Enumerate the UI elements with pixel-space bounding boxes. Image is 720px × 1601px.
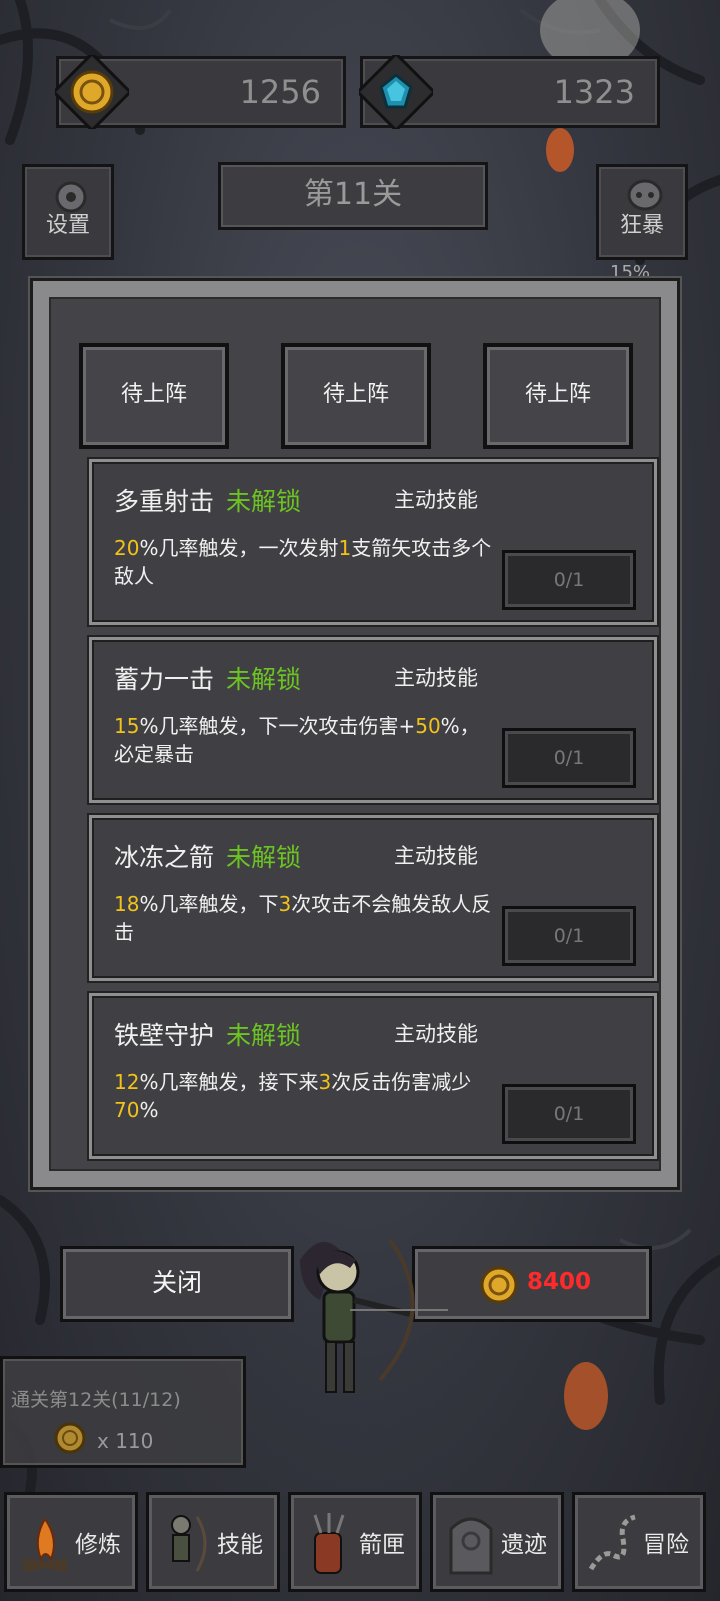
skill-description: 18%几率触发，下3次攻击不会触发敌人反击 bbox=[114, 890, 494, 946]
skill-progress: 0/1 bbox=[502, 1084, 636, 1144]
nav-adventure[interactable]: 冒险 bbox=[572, 1492, 706, 1592]
highlight-value: 12 bbox=[114, 1070, 140, 1094]
rage-label: 狂暴 bbox=[619, 213, 664, 238]
skill-status: 未解锁 bbox=[226, 1021, 302, 1050]
description-text: % bbox=[139, 1098, 159, 1122]
buy-cost: 8400 bbox=[527, 1269, 592, 1295]
skill-card-multishot[interactable]: 多重射击 未解锁 主动技能 20%几率触发，一次发射1支箭矢攻击多个敌人 0/1 bbox=[89, 459, 657, 625]
skill-description: 12%几率触发，接下来3次反击伤害减少 70% bbox=[114, 1068, 494, 1124]
highlight-value: 3 bbox=[318, 1070, 332, 1094]
skill-type: 主动技能 bbox=[394, 488, 478, 512]
nav-label: 技能 bbox=[217, 1532, 263, 1558]
nav-cultivate[interactable]: 修炼 bbox=[4, 1492, 138, 1592]
skill-type: 主动技能 bbox=[394, 1022, 478, 1046]
skill-card-iron-guard[interactable]: 铁壁守护 未解锁 主动技能 12%几率触发，接下来3次反击伤害减少 70% 0/1 bbox=[89, 993, 657, 1159]
ruin-stone-icon bbox=[449, 1517, 493, 1575]
close-button[interactable]: 关闭 bbox=[60, 1246, 294, 1322]
skill-name: 蓄力一击 bbox=[114, 665, 215, 694]
skill-type: 主动技能 bbox=[394, 844, 478, 868]
skill-slot-1[interactable]: 待上阵 bbox=[79, 343, 229, 449]
nav-label: 遗迹 bbox=[501, 1532, 547, 1558]
description-text: %几率触发，下 bbox=[139, 892, 279, 916]
settings-label: 设置 bbox=[45, 213, 90, 238]
archer-character bbox=[290, 1230, 450, 1414]
skill-type: 主动技能 bbox=[394, 666, 478, 690]
gold-coin-icon bbox=[51, 51, 133, 133]
skill-description: 20%几率触发，一次发射1支箭矢攻击多个敌人 bbox=[114, 534, 494, 590]
highlight-value: 15 bbox=[114, 714, 140, 738]
archer-icon bbox=[171, 1515, 207, 1572]
nav-label: 箭匣 bbox=[359, 1532, 405, 1558]
skill-modal-body: 待上阵 待上阵 待上阵 多重射击 未解锁 主动技能 20%几率触发，一次发射1支箭… bbox=[49, 297, 661, 1171]
campfire-icon bbox=[22, 1518, 68, 1572]
skill-status: 未解锁 bbox=[226, 843, 302, 872]
nav-skills[interactable]: 技能 bbox=[146, 1492, 280, 1592]
skill-status: 未解锁 bbox=[226, 487, 302, 516]
close-label: 关闭 bbox=[151, 1268, 202, 1297]
highlight-value: 18 bbox=[114, 892, 140, 916]
nav-quiver[interactable]: 箭匣 bbox=[288, 1492, 422, 1592]
highlight-value: 3 bbox=[278, 892, 292, 916]
skill-name: 多重射击 bbox=[114, 487, 215, 516]
skill-card-frost-arrow[interactable]: 冰冻之箭 未解锁 主动技能 18%几率触发，下3次攻击不会触发敌人反击 0/1 bbox=[89, 815, 657, 981]
skill-progress: 0/1 bbox=[502, 728, 636, 788]
gem-icon bbox=[355, 51, 437, 133]
nav-label: 冒险 bbox=[643, 1532, 689, 1558]
quest-reward: x 110 bbox=[97, 1429, 154, 1453]
quiver-icon bbox=[313, 1513, 345, 1574]
level-title: 第11关 bbox=[218, 162, 488, 230]
highlight-value: 1 bbox=[338, 536, 352, 560]
gem-amount: 1323 bbox=[553, 73, 635, 111]
description-text: %几率触发，下一次攻击伤害+ bbox=[139, 714, 416, 738]
skill-slot-2[interactable]: 待上阵 bbox=[281, 343, 431, 449]
nav-ruins[interactable]: 遗迹 bbox=[430, 1492, 564, 1592]
quest-panel[interactable]: 通关第12关(11/12) x 110 bbox=[0, 1356, 246, 1468]
skill-progress: 0/1 bbox=[502, 906, 636, 966]
skill-card-charged-strike[interactable]: 蓄力一击 未解锁 主动技能 15%几率触发，下一次攻击伤害+50%，必定暴击 0/… bbox=[89, 637, 657, 803]
skill-description: 15%几率触发，下一次攻击伤害+50%，必定暴击 bbox=[114, 712, 494, 768]
gold-amount: 1256 bbox=[239, 73, 321, 111]
skill-name: 冰冻之箭 bbox=[114, 843, 215, 872]
gem-counter: 1323 bbox=[355, 51, 660, 133]
highlight-value: 20 bbox=[114, 536, 140, 560]
skill-slot-3[interactable]: 待上阵 bbox=[483, 343, 633, 449]
quest-title: 通关第12关(11/12) bbox=[11, 1389, 181, 1411]
skill-modal: 待上阵 待上阵 待上阵 多重射击 未解锁 主动技能 20%几率触发，一次发射1支箭… bbox=[30, 278, 680, 1190]
description-text: %几率触发，接下来 bbox=[139, 1070, 319, 1094]
gold-coin-icon bbox=[54, 1422, 86, 1454]
description-text: %几率触发，一次发射 bbox=[139, 536, 339, 560]
map-path-icon bbox=[588, 1514, 636, 1571]
highlight-value: 70 bbox=[114, 1098, 140, 1122]
gold-counter: 1256 bbox=[51, 51, 346, 133]
skill-progress: 0/1 bbox=[502, 550, 636, 610]
nav-label: 修炼 bbox=[75, 1532, 121, 1558]
settings-button[interactable]: 设置 bbox=[22, 164, 114, 260]
gold-coin-icon bbox=[480, 1266, 518, 1304]
highlight-value: 50 bbox=[415, 714, 441, 738]
rage-button[interactable]: 狂暴 bbox=[596, 164, 688, 260]
skill-status: 未解锁 bbox=[226, 665, 302, 694]
skill-name: 铁壁守护 bbox=[114, 1021, 215, 1050]
description-text: 次反击伤害减少 bbox=[331, 1070, 472, 1094]
